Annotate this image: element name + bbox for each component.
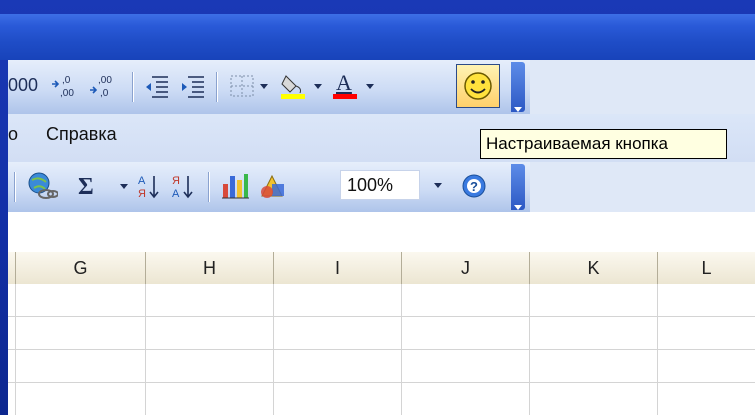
column-header-i[interactable]: I bbox=[274, 252, 402, 284]
svg-text:A: A bbox=[336, 70, 352, 95]
svg-text:A: A bbox=[172, 188, 180, 200]
smiley-icon bbox=[464, 72, 492, 100]
drawing-icon[interactable] bbox=[258, 170, 288, 202]
toolbar-separator bbox=[132, 72, 133, 102]
decrease-decimal-icon[interactable]: ,00 ,0 bbox=[88, 72, 122, 100]
decrease-indent-icon[interactable] bbox=[144, 72, 170, 100]
column-header-j[interactable]: J bbox=[402, 252, 530, 284]
row-gridline bbox=[8, 382, 755, 383]
cell-grid[interactable] bbox=[8, 284, 755, 415]
increase-indent-icon[interactable] bbox=[180, 72, 206, 100]
column-gridline bbox=[15, 284, 16, 415]
svg-text:,00: ,00 bbox=[98, 75, 112, 86]
svg-text:A: A bbox=[138, 175, 146, 187]
row-gridline bbox=[8, 316, 755, 317]
toolbar-separator bbox=[14, 172, 15, 202]
toolbar-background bbox=[530, 60, 755, 114]
font-color-icon[interactable]: A bbox=[330, 68, 360, 102]
chevron-down-icon[interactable] bbox=[258, 80, 270, 92]
help-icon[interactable]: ? bbox=[460, 172, 488, 200]
toolbar-options-button[interactable] bbox=[511, 62, 525, 112]
toolbar-separator bbox=[216, 72, 217, 102]
sort-descending-icon[interactable]: Я A bbox=[170, 172, 198, 202]
title-bar[interactable] bbox=[0, 14, 755, 60]
menu-item-partial[interactable]: о bbox=[8, 124, 18, 145]
svg-text:,00: ,00 bbox=[60, 88, 74, 99]
zoom-dropdown-button[interactable] bbox=[428, 170, 448, 200]
column-header-h[interactable]: H bbox=[146, 252, 274, 284]
column-gridline bbox=[401, 284, 402, 415]
row-gridline bbox=[8, 349, 755, 350]
autosum-icon[interactable]: Σ bbox=[76, 172, 100, 200]
column-header-partial[interactable] bbox=[0, 252, 16, 284]
borders-icon[interactable] bbox=[228, 72, 256, 100]
tooltip: Настраиваемая кнопка bbox=[480, 129, 727, 159]
hyperlink-icon[interactable] bbox=[26, 170, 58, 202]
column-header-k[interactable]: K bbox=[530, 252, 658, 284]
chevron-down-icon[interactable] bbox=[118, 180, 130, 192]
chevron-down-icon bbox=[434, 183, 442, 188]
svg-text:?: ? bbox=[470, 179, 478, 194]
sort-ascending-icon[interactable]: A Я bbox=[136, 172, 164, 202]
column-gridline bbox=[273, 284, 274, 415]
svg-text:Я: Я bbox=[172, 175, 180, 187]
zoom-select[interactable]: 100% bbox=[340, 170, 420, 200]
chevron-down-icon[interactable] bbox=[312, 80, 324, 92]
toolbar-background bbox=[530, 162, 755, 212]
menu-item-help[interactable]: Справка bbox=[46, 124, 117, 145]
formula-bar[interactable] bbox=[8, 212, 755, 253]
column-header-g[interactable]: G bbox=[16, 252, 146, 284]
toolbar-options-button[interactable] bbox=[511, 164, 525, 210]
column-gridline bbox=[145, 284, 146, 415]
increase-decimal-icon[interactable]: ,0 ,00 bbox=[50, 72, 84, 100]
column-header-l[interactable]: L bbox=[658, 252, 755, 284]
column-header-row: G H I J K L bbox=[8, 252, 755, 285]
chart-wizard-icon[interactable] bbox=[220, 170, 250, 202]
chevron-down-icon[interactable] bbox=[364, 80, 376, 92]
custom-button[interactable] bbox=[456, 64, 500, 108]
svg-text:,0: ,0 bbox=[100, 88, 109, 99]
svg-text:Σ: Σ bbox=[78, 174, 94, 200]
svg-text:,0: ,0 bbox=[62, 75, 71, 86]
comma-style-button-partial[interactable]: 000 bbox=[8, 75, 38, 96]
toolbar-separator bbox=[208, 172, 209, 202]
column-gridline bbox=[657, 284, 658, 415]
column-gridline bbox=[529, 284, 530, 415]
svg-text:Я: Я bbox=[138, 188, 146, 200]
fill-color-icon[interactable] bbox=[278, 70, 308, 102]
